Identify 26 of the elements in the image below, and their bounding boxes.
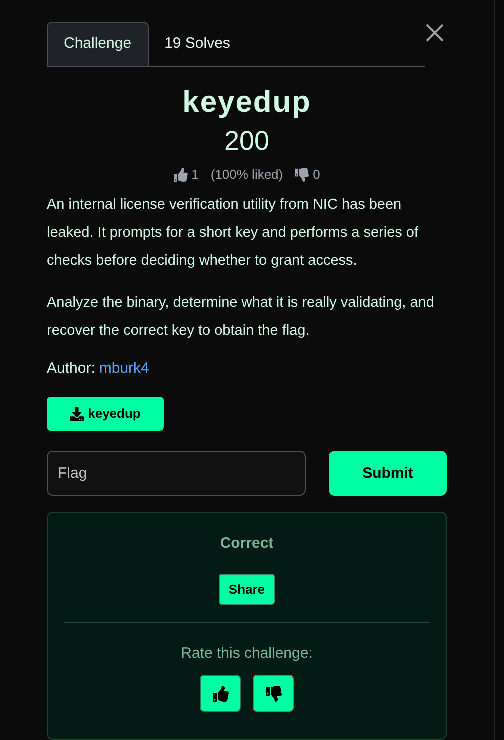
- thumbs-up-button[interactable]: [200, 675, 241, 712]
- author-link[interactable]: mburk4: [99, 354, 150, 382]
- thumbs-up-icon: [174, 168, 188, 182]
- thumbs-up-icon: [212, 686, 228, 702]
- tab[interactable]: Challenge: [47, 22, 149, 66]
- rate-prompt: Rate this challenge:: [181, 644, 313, 664]
- challenge-title: keyedup: [182, 85, 312, 121]
- thumbs-down-icon: [266, 686, 282, 702]
- author-label: Author:: [47, 358, 96, 378]
- submit-button[interactable]: Submit: [329, 451, 447, 496]
- result-status: Correct: [220, 534, 274, 554]
- thumbs-down-button[interactable]: [253, 675, 294, 712]
- close-icon: [424, 22, 446, 44]
- download-button[interactable]: keyedup: [47, 396, 164, 432]
- thumbs-down-icon: [295, 168, 310, 182]
- description-paragraph: Analyze the binary, determine what it is really validating, and recover the correct key to obtain the flag.: [47, 294, 436, 340]
- flag-field[interactable]: Flag: [47, 451, 306, 496]
- liked-share: (100% liked): [210, 166, 284, 184]
- close-button[interactable]: [424, 22, 446, 44]
- share-button[interactable]: Share: [218, 574, 276, 605]
- like-count: 1: [192, 166, 199, 184]
- tab[interactable]: 19 Solves: [148, 22, 246, 66]
- download-icon: [70, 406, 84, 421]
- dislike-count: 0: [313, 166, 320, 184]
- challenge-points: 200: [224, 125, 270, 157]
- description-paragraph: An internal license verification utility from NIC has been leaked. It prompts for a short key and performs a series of checks before deciding whether to grant access.: [47, 196, 420, 270]
